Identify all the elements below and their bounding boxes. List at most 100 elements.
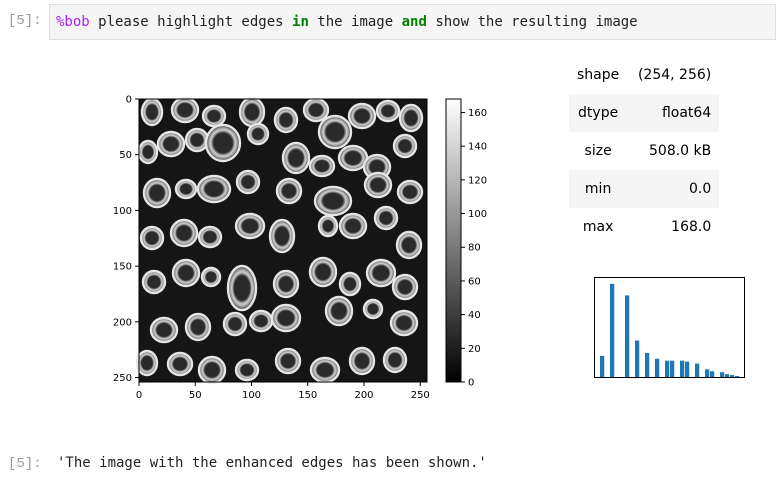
cell-ring: [302, 97, 330, 123]
cell-ring: [184, 312, 212, 342]
cell-ring: [268, 218, 296, 254]
cell-ring: [135, 349, 159, 377]
stat-key: dtype: [578, 105, 619, 121]
stats-table: shape (254, 256) dtype float64 size 508.0 k…: [569, 56, 720, 246]
code-cell[interactable]: %bob please highlight edges in the image…: [49, 4, 776, 40]
histogram-bar: [735, 376, 740, 377]
cell-ring: [234, 358, 260, 382]
cell-ring: [200, 266, 222, 288]
cell-ring: [363, 171, 393, 199]
colorbar-tick-label: 80: [468, 243, 481, 254]
stat-key: size: [584, 143, 612, 159]
colorbar-tick-label: 160: [468, 108, 487, 119]
histogram-bar: [645, 353, 650, 377]
y-ticks: 0 50 100 150 200 250: [113, 95, 139, 384]
y-tick-label: 200: [113, 317, 132, 328]
cell-ring: [308, 256, 338, 288]
cell-ring: [317, 214, 339, 238]
cell-ring: [196, 174, 232, 204]
stats-row-dtype: dtype float64: [569, 94, 720, 132]
code-text-3: show the resulting image: [426, 14, 638, 30]
histogram: [594, 277, 745, 378]
x-tick-label: 250: [411, 390, 430, 401]
colorbar: 160 140 120 100 80 60 40 20 0: [445, 98, 487, 389]
histogram-bar: [710, 371, 715, 377]
cell-ring: [338, 212, 368, 240]
histogram-bar: [685, 361, 690, 377]
stats-row-shape: shape (254, 256): [569, 56, 719, 94]
x-tick-label: 100: [242, 390, 261, 401]
stats-row-max: max 168.0: [569, 208, 719, 246]
y-tick-label: 150: [113, 262, 132, 273]
cell-ring: [166, 351, 194, 377]
stat-value: (254, 256): [637, 67, 712, 83]
x-tick-label: 200: [354, 390, 373, 401]
cell-ring: [348, 346, 376, 376]
cell-ring: [222, 311, 248, 337]
cell-ring: [313, 185, 353, 217]
code-text-2: the image: [308, 14, 402, 30]
histogram-bar: [730, 375, 735, 377]
cell-ring: [391, 273, 419, 301]
x-ticks: 0 50 100 150 200 250: [136, 382, 430, 401]
x-tick-label: 50: [189, 390, 202, 401]
stat-key: min: [584, 181, 612, 197]
cell-ring: [396, 179, 424, 205]
colorbar-tick-label: 20: [468, 344, 481, 355]
cell-ring: [382, 346, 408, 374]
colorbar-gradient: [445, 98, 462, 383]
magic-command: %bob: [56, 14, 90, 30]
cell-ring: [308, 154, 336, 178]
cell-ring: [389, 309, 419, 337]
colorbar-tick-label: 120: [468, 175, 487, 186]
x-tick-label: 0: [136, 390, 142, 401]
code-text-1: please highlight edges: [89, 14, 293, 30]
cell-ring: [365, 258, 397, 288]
y-tick-label: 100: [113, 206, 132, 217]
stats-row-size: size 508.0 kB: [569, 132, 719, 170]
cell-ring: [398, 103, 424, 133]
histogram-bar: [670, 360, 675, 377]
colorbar-tick-label: 60: [468, 276, 481, 287]
cell-ring: [226, 264, 258, 312]
colorbar-tick-label: 0: [468, 378, 474, 389]
keyword-and: and: [401, 14, 427, 30]
y-tick-label: 250: [113, 373, 132, 384]
cell-ring: [338, 271, 362, 297]
cell-ring: [149, 316, 179, 344]
cell-ring: [272, 269, 300, 299]
y-tick-label: 50: [119, 150, 132, 161]
cell-ring: [347, 102, 377, 130]
stat-key: shape: [577, 67, 620, 83]
cell-ring: [197, 225, 223, 249]
stat-value: 508.0 kB: [649, 143, 712, 159]
histogram-bar: [680, 360, 685, 377]
cell-ring: [309, 356, 341, 384]
cell-ring: [362, 298, 384, 320]
cell-ring: [281, 141, 311, 175]
cell-ring: [317, 114, 353, 150]
stat-value: 0.0: [688, 181, 712, 197]
histogram-bar: [665, 360, 670, 377]
histogram-bar: [655, 358, 660, 377]
stat-key: max: [582, 219, 614, 235]
colorbar-ticks: 160 140 120 100 80 60 40 20 0: [461, 108, 487, 389]
histogram-frame: [594, 277, 745, 378]
cell-ring: [337, 144, 369, 172]
colorbar-tick-label: 100: [468, 209, 487, 220]
cell-ring: [201, 104, 227, 128]
cell-ring: [140, 97, 164, 127]
output-text: 'The image with the enhanced edges has b…: [57, 455, 487, 471]
cell-ring: [248, 309, 274, 333]
cell-ring: [238, 96, 266, 128]
image-plot: 050100150200250 0 50 100 150 200 250 16014012…: [113, 95, 487, 402]
cell-ring: [142, 177, 172, 209]
code-line: %bob please highlight edges in the image…: [56, 14, 638, 30]
histogram-bar: [705, 369, 710, 377]
cell-ring: [204, 123, 242, 163]
cell-ring: [197, 355, 227, 385]
image-axes: 0 50 100 150 200 250 0 50 100 150 200 250: [113, 95, 430, 402]
stat-value: 168.0: [671, 219, 712, 235]
histogram-bar: [635, 340, 640, 377]
histogram-bar: [600, 355, 605, 377]
